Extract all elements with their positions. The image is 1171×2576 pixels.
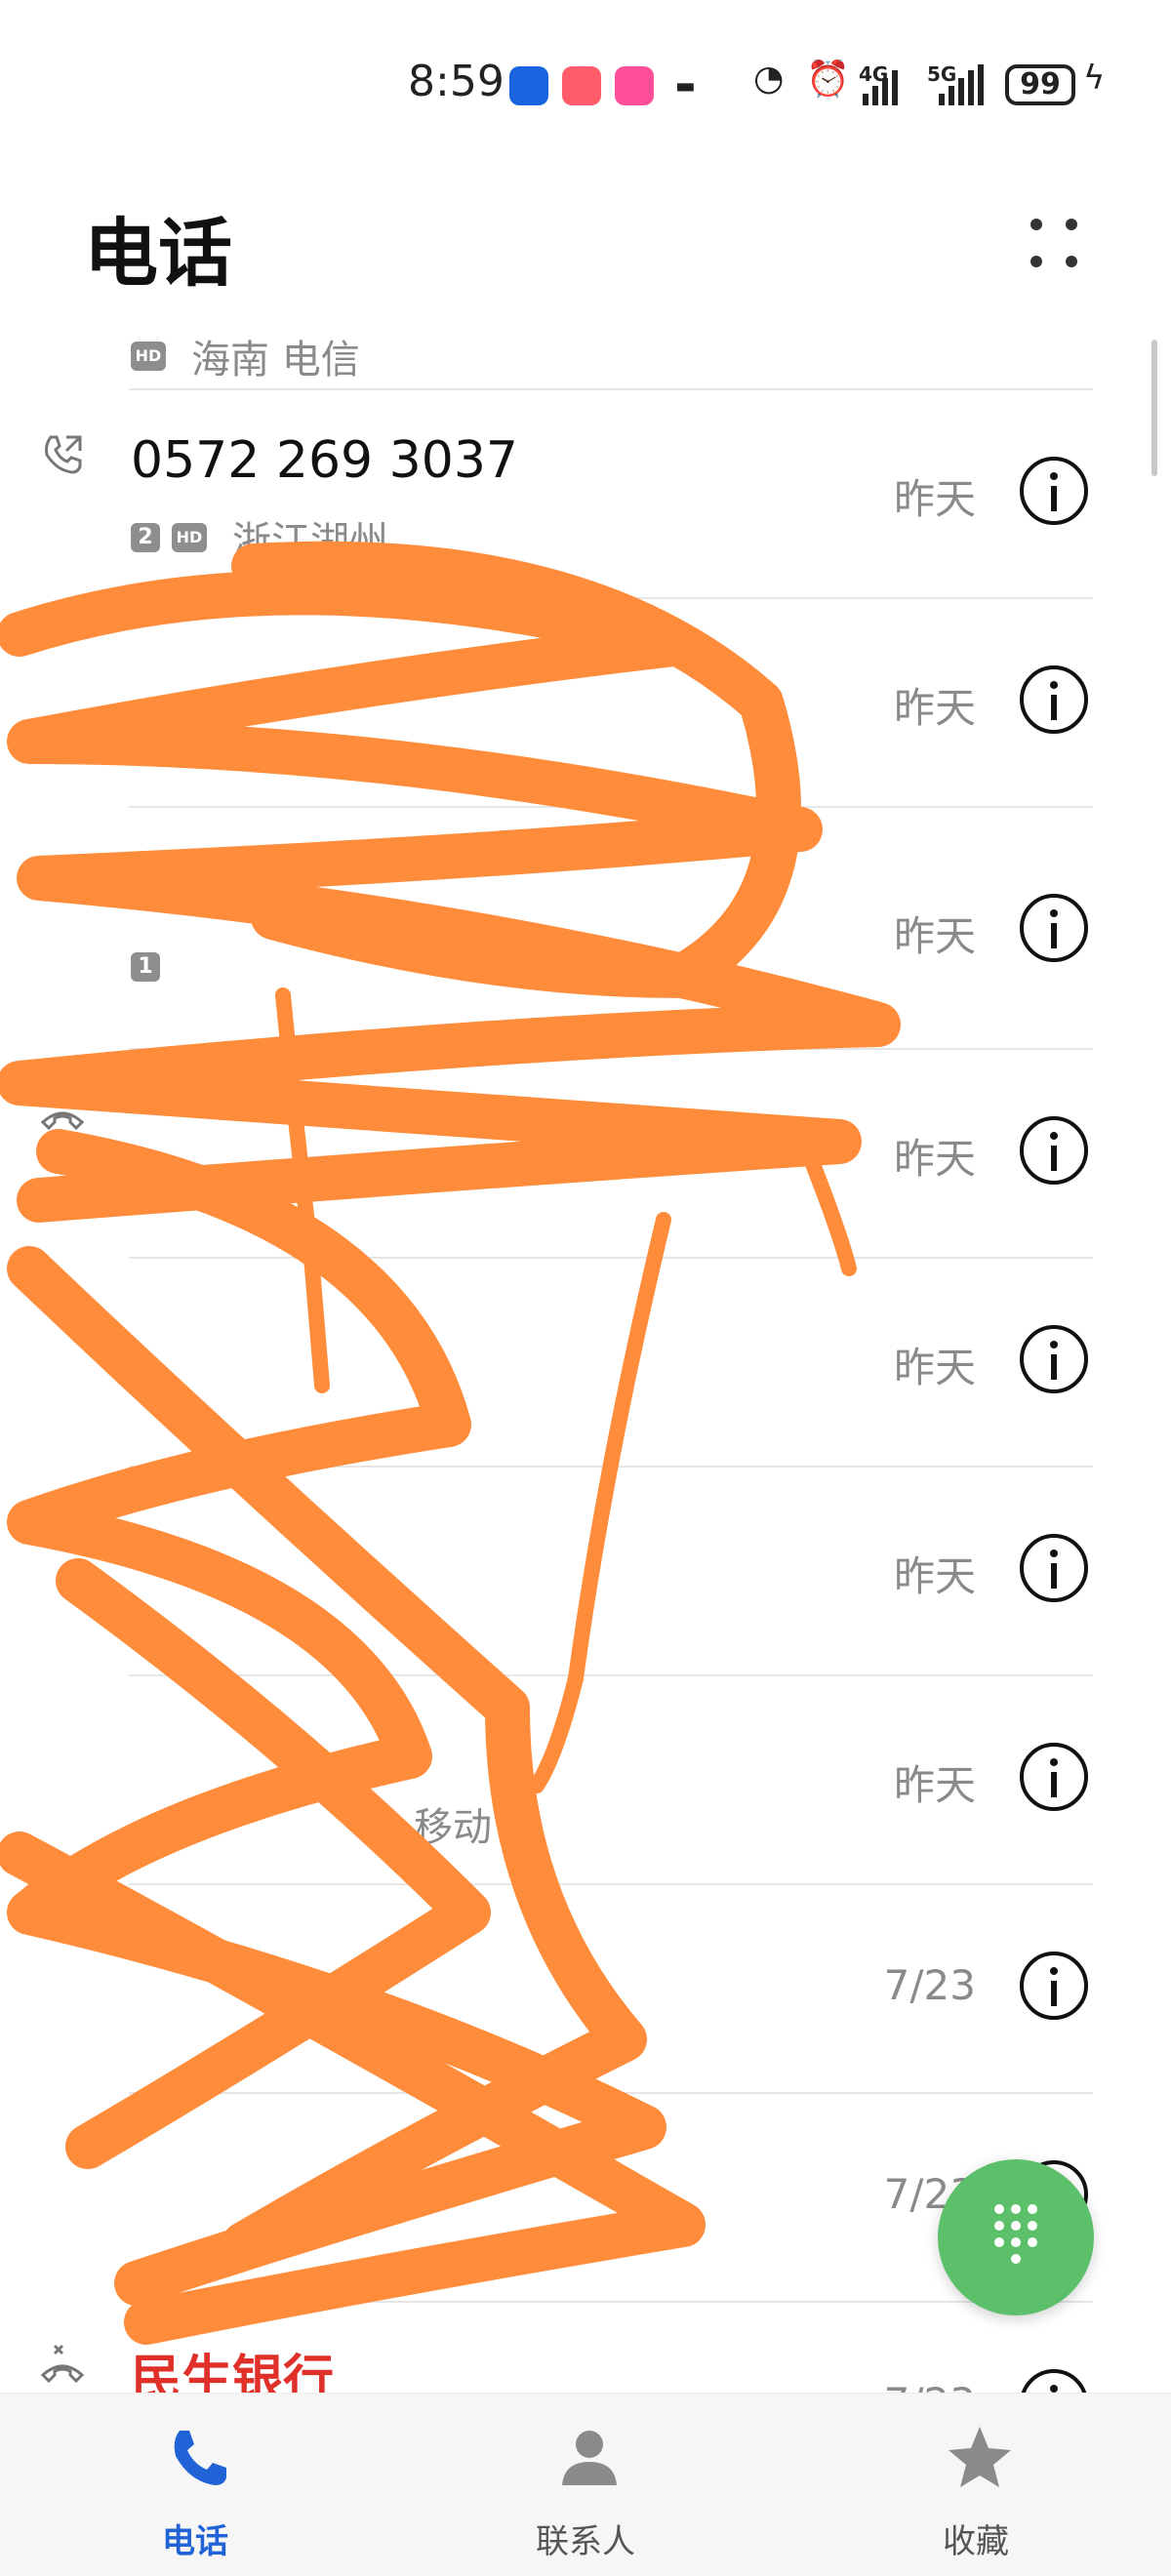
phone-icon: [174, 2431, 226, 2485]
call-row[interactable]: 昨天: [0, 1048, 1171, 1257]
nav-label: 联系人: [536, 2522, 635, 2561]
alarm-icon: ⏰: [806, 60, 850, 100]
call-row[interactable]: HD 海南 电信: [0, 310, 1171, 388]
missed-call-icon: [40, 1091, 85, 1131]
divider: [129, 1257, 1093, 1259]
sim-badge: 2: [131, 523, 160, 552]
scrollbar[interactable]: [1151, 340, 1157, 476]
dialpad-icon: [938, 2159, 1094, 2315]
call-location: 移动: [414, 1805, 492, 1850]
call-row[interactable]: 7/23: [0, 1883, 1171, 2092]
call-row[interactable]: 1 昨天: [0, 806, 1171, 1048]
more-dot: [1066, 219, 1077, 230]
call-name: 民生银行: [131, 2351, 335, 2393]
nav-tab-favorites[interactable]: 收藏: [859, 2394, 1093, 2576]
call-date: 昨天: [893, 1761, 976, 1809]
call-date: 昨天: [893, 1552, 976, 1600]
info-button[interactable]: [1020, 1116, 1088, 1185]
dialpad-button[interactable]: [938, 2159, 1094, 2315]
missed-call-icon: [40, 2344, 85, 2384]
call-sub: 移动: [400, 1795, 492, 1852]
call-date: 昨天: [893, 475, 976, 523]
call-row[interactable]: 1 HD 昨天: [0, 597, 1171, 806]
call-location: 海南 电信: [191, 338, 360, 382]
call-row[interactable]: 0572 269 3037 2 HD 浙江湖州 昨天: [0, 388, 1171, 597]
status-time: 8:59: [408, 57, 505, 106]
call-row[interactable]: 昨天: [0, 1257, 1171, 1466]
divider: [129, 2092, 1093, 2094]
status-bar: 8:59 ▬ ◔ ⏰ 4G 5G 99 ϟ: [0, 0, 1171, 146]
battery-indicator: 99: [1005, 64, 1075, 105]
sim-badge: 1: [131, 718, 160, 747]
bottom-nav: 电话 联系人 收藏: [0, 2393, 1171, 2576]
star-icon: [949, 2427, 1011, 2487]
nav-label: 收藏: [943, 2522, 1009, 2561]
divider: [129, 806, 1093, 808]
info-button[interactable]: [1020, 1325, 1088, 1393]
divider: [129, 1466, 1093, 1468]
call-sub: HD 海南 电信: [131, 328, 360, 384]
call-log-list[interactable]: HD 海南 电信 0572 269 3037 2 HD 浙江湖州 昨天 1 HD…: [0, 310, 1171, 2393]
contact-icon: [562, 2431, 617, 2485]
hd-badge: HD: [131, 342, 166, 371]
signal-icon-2: [939, 64, 984, 105]
speed-icon: ◔: [753, 59, 785, 99]
call-name: 0572 269 3037: [131, 431, 518, 490]
info-button[interactable]: [1020, 1952, 1088, 2020]
hd-badge: HD: [172, 718, 207, 747]
call-row[interactable]: 昨天: [0, 1466, 1171, 1674]
nav-tab-contacts[interactable]: 联系人: [468, 2394, 703, 2576]
call-date: 昨天: [893, 912, 976, 960]
nav-tab-phone[interactable]: 电话: [78, 2394, 312, 2576]
more-dots-icon: [1030, 219, 1042, 230]
call-sub: 2 HD 浙江湖州: [131, 509, 388, 566]
divider: [129, 597, 1093, 599]
hd-badge: HD: [172, 523, 207, 552]
info-button[interactable]: [1020, 1743, 1088, 1811]
call-date: 7/23: [883, 1961, 976, 2009]
call-date: 7/23: [884, 2379, 976, 2393]
call-row[interactable]: 移动 昨天: [0, 1674, 1171, 1883]
call-sub: 1 HD: [131, 718, 207, 747]
app-icon: [615, 66, 654, 105]
divider: [129, 388, 1093, 390]
info-button[interactable]: [1020, 2369, 1088, 2393]
info-button[interactable]: [1020, 665, 1088, 734]
info-button[interactable]: [1020, 894, 1088, 962]
divider: [129, 1048, 1093, 1050]
outgoing-call-icon: [45, 435, 82, 474]
bulb-icon: [509, 66, 548, 105]
more-options-button[interactable]: [1015, 205, 1093, 283]
charging-icon: ϟ: [1083, 59, 1106, 98]
book-icon: [562, 66, 601, 105]
call-sub: 1: [131, 952, 160, 982]
more-dot: [1066, 256, 1077, 267]
call-location: 浙江湖州: [232, 519, 388, 564]
info-button[interactable]: [1020, 457, 1088, 525]
call-date: 昨天: [893, 684, 976, 732]
call-date: 昨天: [893, 1135, 976, 1183]
divider: [129, 1883, 1093, 1885]
nfc-icon: ▬: [675, 74, 696, 99]
divider: [129, 1674, 1093, 1676]
nav-label: 电话: [162, 2522, 228, 2561]
signal-icon-1: [863, 64, 898, 105]
page-title: 电话: [84, 210, 232, 297]
call-date: 昨天: [893, 1344, 976, 1391]
more-dot: [1030, 256, 1042, 267]
info-button[interactable]: [1020, 1534, 1088, 1602]
sim-badge: 1: [131, 952, 160, 982]
